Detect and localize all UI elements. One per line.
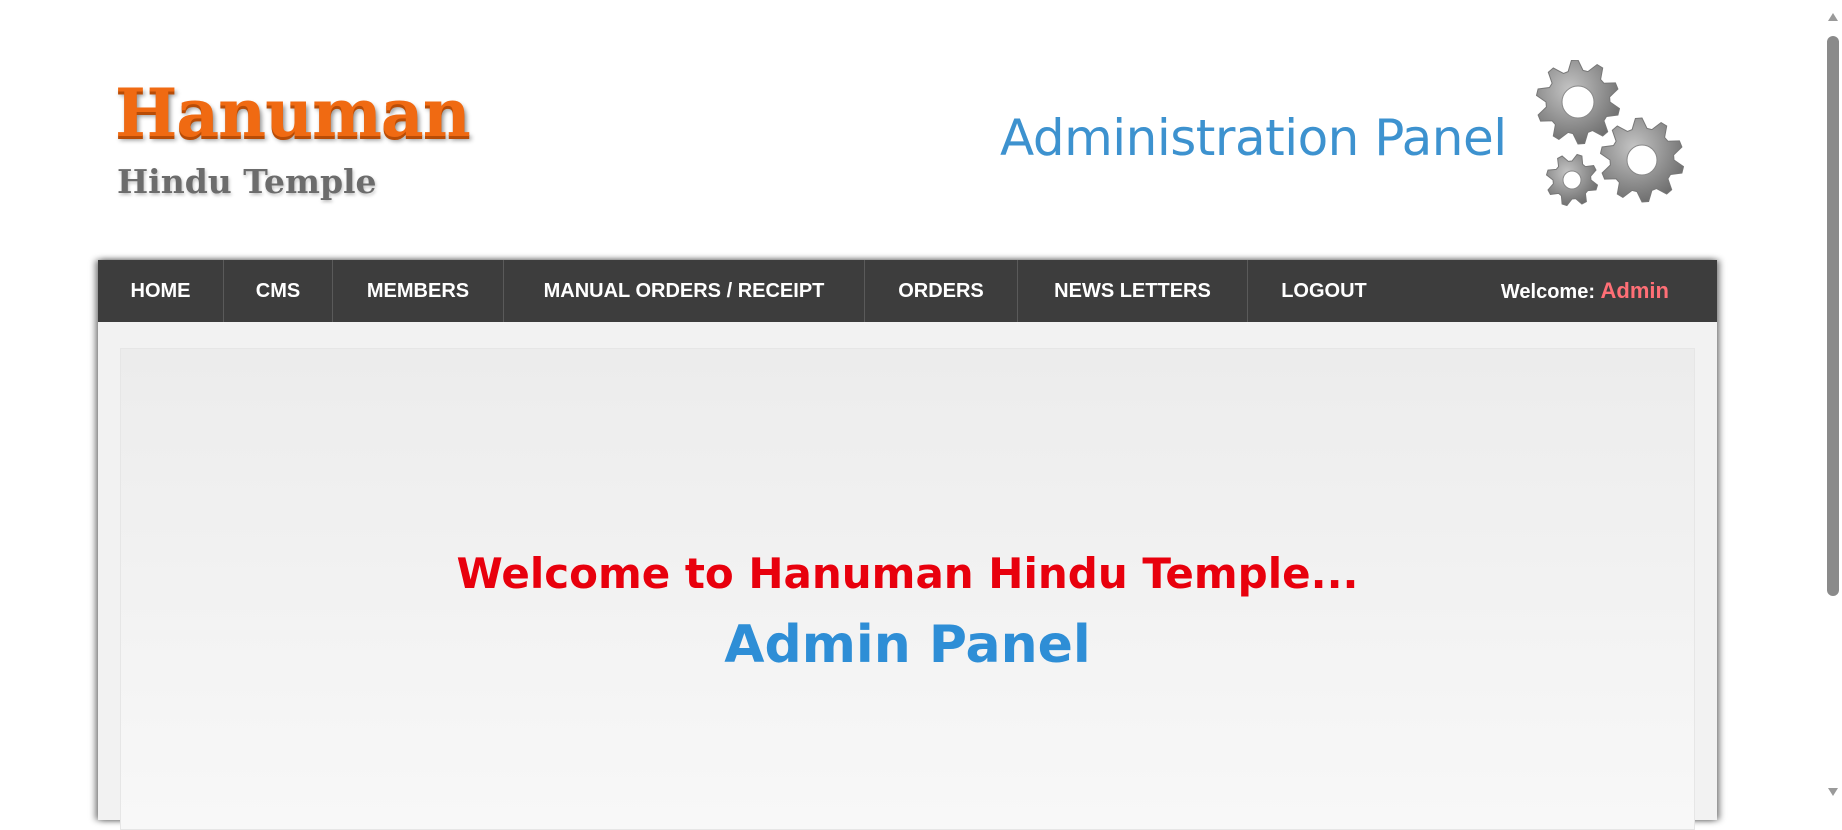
vertical-scrollbar[interactable] <box>1824 0 1842 809</box>
nav-newsletters[interactable]: NEWS LETTERS <box>1018 260 1248 322</box>
scrollbar-thumb[interactable] <box>1827 36 1839 596</box>
welcome-user: Welcome: Admin <box>1501 260 1669 322</box>
scroll-up-arrow-icon[interactable] <box>1828 12 1838 22</box>
nav-members[interactable]: MEMBERS <box>333 260 504 322</box>
logo-subtitle: Hindu Temple <box>117 162 377 201</box>
site-logo[interactable]: Hanuman Hindu Temple <box>115 74 471 214</box>
admin-panel-heading: Admin Panel <box>724 615 1091 675</box>
admin-username: Admin <box>1600 278 1669 303</box>
main-wrapper: HOME CMS MEMBERS MANUAL ORDERS / RECEIPT… <box>98 260 1717 830</box>
nav-orders[interactable]: ORDERS <box>865 260 1018 322</box>
nav-manual-orders[interactable]: MANUAL ORDERS / RECEIPT <box>504 260 865 322</box>
gears-icon <box>1535 60 1685 207</box>
nav-home[interactable]: HOME <box>98 260 224 322</box>
nav-logout[interactable]: LOGOUT <box>1248 260 1400 322</box>
logo-title: Hanuman <box>115 74 471 152</box>
main-nav: HOME CMS MEMBERS MANUAL ORDERS / RECEIPT… <box>98 260 1717 322</box>
welcome-heading: Welcome to Hanuman Hindu Temple... <box>456 549 1359 598</box>
admin-panel-title: Administration Panel <box>1000 109 1507 167</box>
content-panel: Welcome to Hanuman Hindu Temple... Admin… <box>120 348 1695 830</box>
scroll-down-arrow-icon[interactable] <box>1828 787 1838 797</box>
nav-cms[interactable]: CMS <box>224 260 333 322</box>
welcome-label: Welcome: <box>1500 281 1595 303</box>
